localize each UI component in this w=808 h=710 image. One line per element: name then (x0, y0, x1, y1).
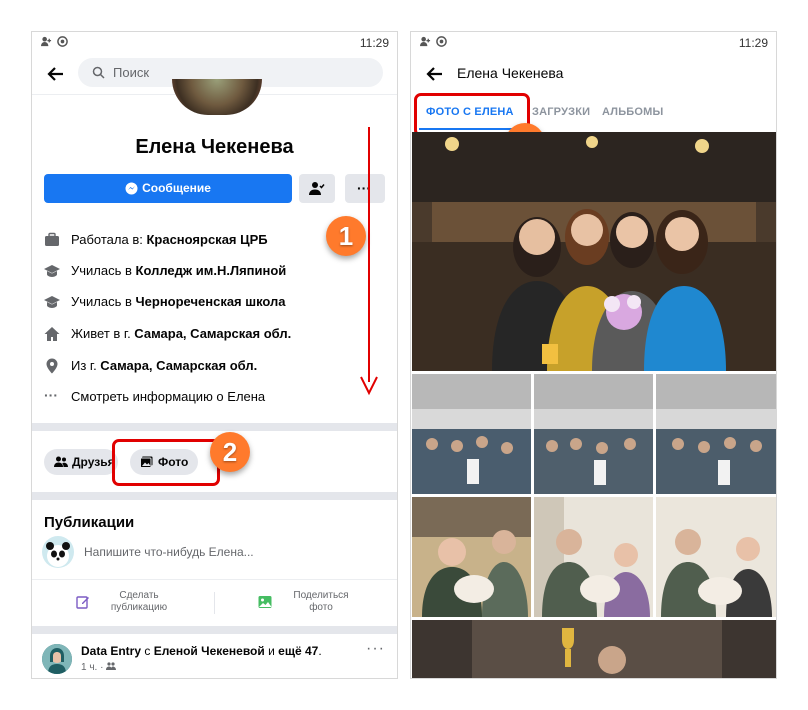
status-bar: 11:29 (32, 32, 397, 52)
graduation-cap-icon (44, 265, 60, 277)
search-placeholder: Поиск (113, 65, 150, 80)
messenger-icon (125, 182, 138, 195)
photo-icon (258, 596, 272, 608)
photo-thumbnail[interactable] (534, 497, 653, 617)
cat-photo-image (656, 497, 776, 617)
post-author-avatar[interactable] (42, 644, 72, 674)
photo-large[interactable] (412, 132, 776, 371)
info-value[interactable]: Самара, Самарская обл. (100, 358, 257, 373)
info-prefix: Живет в г. (71, 326, 135, 341)
photo-thumbnail[interactable] (656, 374, 776, 494)
clock: 11:29 (359, 36, 389, 50)
search-icon (92, 66, 105, 79)
highlight-box-photos (112, 439, 220, 486)
status-bar: 11:29 (411, 32, 776, 52)
post-tagged-name[interactable]: Еленой Чекеневой (154, 644, 265, 658)
post-connector: и (264, 644, 279, 658)
home-icon (44, 327, 60, 341)
clock: 11:29 (738, 36, 768, 50)
tab-uploads[interactable]: ЗАГРУЗКИ (532, 106, 590, 118)
person-avatar-icon (42, 644, 72, 674)
publications-title: Публикации (44, 514, 135, 531)
friends-icon (54, 456, 68, 467)
profile-name: Елена Чекенева (135, 136, 294, 158)
briefcase-icon (45, 232, 59, 246)
message-button-label: Сообщение (142, 181, 211, 195)
section-divider (32, 492, 397, 500)
more-dots-icon: ··· (44, 387, 58, 403)
post-more-link[interactable]: ещё 47 (278, 644, 318, 658)
info-prefix: Училась в (71, 263, 136, 278)
info-value[interactable]: Самара, Самарская обл. (134, 326, 291, 341)
panda-avatar-icon (46, 542, 70, 567)
step-badge-2: 2 (210, 432, 250, 472)
create-post-line2: публикацию (110, 602, 168, 613)
photo-thumbnail[interactable] (412, 374, 531, 494)
divider (214, 592, 215, 614)
share-photo-line1: Поделиться (293, 590, 349, 601)
user-add-icon (420, 36, 431, 47)
tab-albums[interactable]: АЛЬБОМЫ (602, 106, 664, 118)
user-avatar (42, 536, 74, 568)
info-value[interactable]: Красноярская ЦРБ (146, 232, 267, 247)
section-divider (32, 626, 397, 634)
user-check-icon (309, 182, 325, 195)
friends-chip-label: Друзья (72, 455, 115, 469)
back-arrow-icon[interactable] (425, 64, 445, 84)
friends-tab-chip[interactable]: Друзья (44, 449, 118, 475)
step-badge-1: 1 (326, 216, 366, 256)
create-post-button[interactable]: Сделать публикацию (74, 590, 194, 614)
profile-avatar[interactable] (172, 79, 262, 115)
graduation-cap-icon (44, 296, 60, 308)
edit-icon (76, 596, 89, 609)
cat-photo-image (412, 497, 531, 617)
friend-status-button[interactable] (299, 174, 335, 203)
post-options-icon[interactable]: ··· (366, 640, 385, 658)
award-photo-image (412, 620, 776, 678)
post-time: 1 ч. · (81, 662, 107, 673)
post-connector: с (141, 644, 154, 658)
see-about-info-label: Смотреть информацию о Елена (71, 389, 266, 404)
chrome-icon (436, 36, 447, 47)
info-value[interactable]: Черноречeнская школа (136, 294, 286, 309)
photo-thumbnail[interactable] (412, 620, 776, 678)
page-title: Елена Чекенева (457, 65, 564, 81)
user-add-icon (41, 36, 52, 47)
info-prefix: Работала в: (71, 232, 147, 247)
info-prefix: Училась в (71, 294, 136, 309)
post-header: Data Entry с Еленой Чекеневой и ещё 47. (81, 644, 322, 658)
photos-screen: 11:29 Елена Чекенева ФОТО С ЕЛЕНА ЗАГРУЗ… (411, 32, 776, 678)
top-bar: Елена Чекенева (411, 54, 776, 94)
cat-photo-image (534, 497, 653, 617)
post-author-name[interactable]: Data Entry (81, 644, 141, 658)
hall-photo-image (534, 374, 653, 494)
photo-thumbnail[interactable] (412, 497, 531, 617)
chrome-icon (57, 36, 68, 47)
photo-thumbnail[interactable] (534, 374, 653, 494)
photo-thumbnail[interactable] (656, 497, 776, 617)
scroll-down-arrow-annotation (360, 127, 378, 396)
post-dot: . (318, 644, 322, 658)
compose-post-input[interactable]: Напишите что-нибудь Елена... (84, 545, 254, 559)
group-photo-image (412, 132, 776, 371)
divider (32, 579, 397, 580)
share-photo-button[interactable]: Поделиться фото (256, 590, 376, 614)
location-pin-icon (46, 358, 58, 374)
info-prefix: Из г. (71, 358, 101, 373)
post-meta: 1 ч. · (81, 662, 117, 673)
hall-photo-image (656, 374, 776, 494)
info-value[interactable]: Колледж им.Н.Ляпиной (136, 263, 287, 278)
message-button[interactable]: Сообщение (44, 174, 292, 203)
section-divider (32, 423, 397, 431)
share-photo-line2: фото (309, 602, 333, 613)
create-post-line1: Сделать (119, 590, 159, 601)
friends-audience-icon (106, 662, 117, 670)
back-arrow-icon[interactable] (46, 64, 66, 84)
hall-photo-image (412, 374, 531, 494)
profile-screen: 11:29 Поиск Елена Чекенева Сообщение ···… (32, 32, 397, 678)
